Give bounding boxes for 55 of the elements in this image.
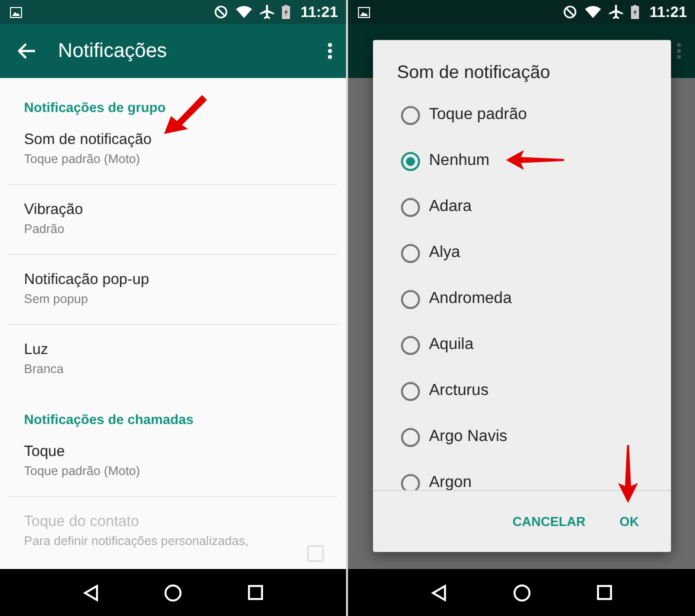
home-icon[interactable] bbox=[164, 584, 182, 602]
setting-title[interactable]: Toque bbox=[24, 442, 314, 462]
setting-title[interactable]: Luz bbox=[24, 340, 314, 360]
radio-button[interactable] bbox=[401, 382, 420, 400]
back-icon[interactable] bbox=[431, 584, 447, 602]
radio-button[interactable] bbox=[401, 336, 420, 354]
setting-summary: Para definir notificações personalizadas, bbox=[24, 533, 250, 550]
picture-icon bbox=[10, 6, 22, 18]
setting-title[interactable]: Notificação pop-up bbox=[24, 270, 314, 290]
battery-icon bbox=[631, 5, 640, 19]
pointer-arrow bbox=[616, 443, 640, 505]
status-time: 11:21 bbox=[649, 4, 687, 20]
option-label[interactable]: Argo Navis bbox=[429, 428, 508, 446]
option-label[interactable]: Alya bbox=[429, 244, 460, 262]
do-not-disturb-icon bbox=[563, 5, 578, 19]
more-options-icon[interactable] bbox=[328, 43, 332, 59]
recent-apps-icon[interactable] bbox=[248, 585, 264, 600]
airplane-icon bbox=[260, 5, 274, 19]
radio-button[interactable] bbox=[401, 244, 420, 262]
recent-apps-icon[interactable] bbox=[597, 585, 612, 600]
screen-title: Notificações bbox=[58, 40, 167, 62]
status-time: 11:21 bbox=[300, 4, 338, 20]
battery-icon bbox=[282, 5, 290, 19]
setting-summary: Sem popup bbox=[24, 291, 89, 308]
pointer-arrow bbox=[504, 148, 566, 172]
option-label[interactable]: Arcturus bbox=[429, 382, 489, 400]
setting-summary: Padrão bbox=[24, 221, 66, 238]
picture-icon bbox=[358, 6, 370, 18]
option-label[interactable]: Toque padrão bbox=[429, 106, 527, 124]
setting-summary: Branca bbox=[24, 361, 65, 378]
home-icon[interactable] bbox=[513, 584, 531, 602]
setting-title[interactable]: Som de notificação bbox=[24, 130, 314, 150]
radio-button[interactable] bbox=[401, 290, 420, 308]
option-label[interactable]: Andromeda bbox=[429, 290, 512, 308]
setting-title[interactable]: Vibração bbox=[24, 200, 314, 220]
back-arrow-icon[interactable] bbox=[18, 43, 36, 59]
section-header: Notificações de chamadas bbox=[24, 411, 194, 429]
setting-summary: Toque padrão (Moto) bbox=[24, 463, 142, 480]
wifi-icon bbox=[236, 6, 252, 18]
radio-button[interactable] bbox=[401, 106, 420, 124]
radio-button[interactable] bbox=[401, 152, 420, 170]
option-label[interactable]: Adara bbox=[429, 198, 472, 216]
radio-button[interactable] bbox=[401, 198, 420, 216]
option-label[interactable]: Nenhum bbox=[429, 152, 490, 170]
option-label[interactable]: Aquila bbox=[429, 336, 474, 354]
airplane-icon bbox=[609, 5, 624, 19]
dialog-title: Som de notificação bbox=[396, 61, 552, 84]
do-not-disturb-icon bbox=[214, 5, 228, 19]
wifi-icon bbox=[585, 6, 602, 18]
option-label[interactable]: Argon bbox=[429, 474, 472, 490]
radio-button[interactable] bbox=[401, 428, 420, 446]
radio-button[interactable] bbox=[401, 474, 420, 490]
back-icon[interactable] bbox=[82, 584, 99, 602]
setting-summary: Toque padrão (Moto) bbox=[24, 151, 142, 168]
section-header: Notificações de grupo bbox=[24, 99, 166, 117]
